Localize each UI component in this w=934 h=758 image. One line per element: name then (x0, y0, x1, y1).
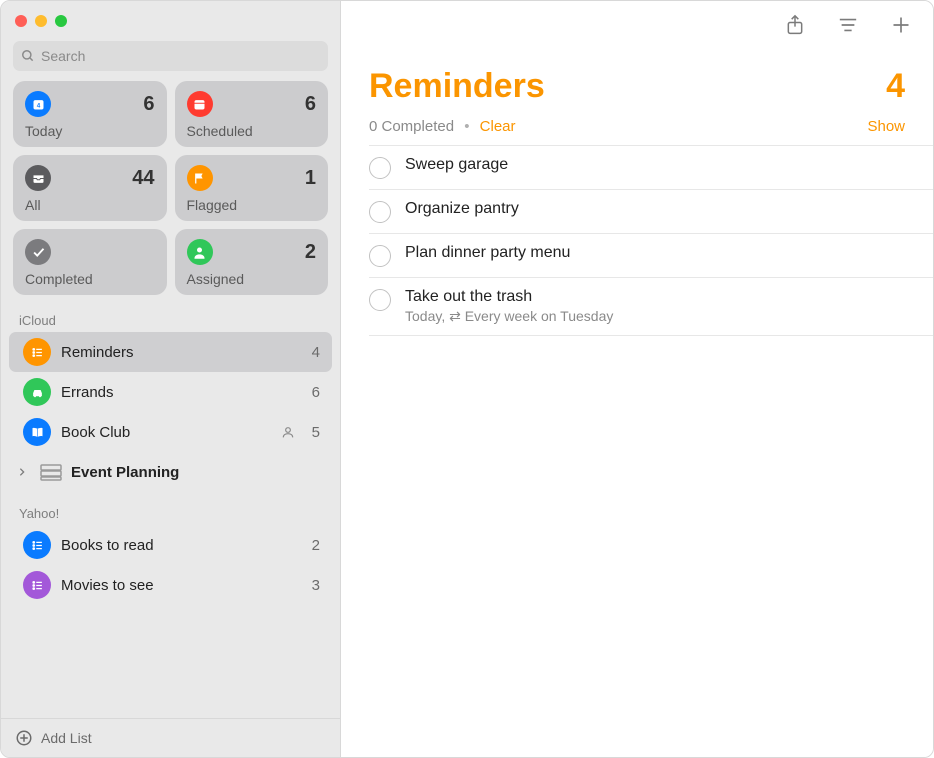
reminder-title: Sweep garage (405, 156, 905, 174)
list-count: 4 (886, 67, 905, 106)
reminder-item[interactable]: Sweep garage (369, 145, 933, 190)
minimize-window-button[interactable] (35, 15, 47, 27)
smart-list-completed[interactable]: Completed (13, 229, 167, 295)
smart-list-count: 1 (305, 167, 316, 190)
smart-list-count: 44 (132, 167, 154, 190)
svg-text:4: 4 (36, 102, 40, 109)
calendar-day-icon: 4 (25, 91, 51, 117)
chevron-right-icon[interactable] (13, 467, 31, 477)
list-count: 5 (312, 424, 320, 441)
main-pane: Reminders 4 0 Completed • Clear Show Swe… (341, 1, 933, 757)
flag-icon (187, 165, 213, 191)
completed-summary: 0 Completed • Clear (369, 118, 516, 135)
book-icon (23, 418, 51, 446)
toolbar (341, 1, 933, 49)
list-count: 6 (312, 384, 320, 401)
reminder-title: Plan dinner party menu (405, 244, 905, 262)
smart-list-scheduled[interactable]: 6 Scheduled (175, 81, 329, 147)
smart-list-label: Completed (25, 271, 155, 287)
reminder-title: Organize pantry (405, 200, 905, 218)
list-reminders[interactable]: Reminders 4 (9, 332, 332, 372)
add-list-button[interactable]: Add List (1, 718, 340, 757)
reminder-item[interactable]: Take out the trash Today, ⇄ Every week o… (369, 278, 933, 336)
search-input[interactable] (41, 48, 320, 64)
calendar-icon (187, 91, 213, 117)
reminder-title: Take out the trash (405, 288, 905, 306)
list-icon (23, 571, 51, 599)
share-button[interactable] (781, 10, 809, 40)
list-icon (23, 338, 51, 366)
smart-list-flagged[interactable]: 1 Flagged (175, 155, 329, 221)
sidebar: 4 6 Today 6 Scheduled 44 All 1 Flagged C… (1, 1, 341, 757)
smart-list-count: 6 (143, 93, 154, 116)
smart-list-assigned[interactable]: 2 Assigned (175, 229, 329, 295)
list-label: Errands (61, 384, 302, 401)
list-errands[interactable]: Errands 6 (9, 372, 332, 412)
list-bookclub[interactable]: Book Club 5 (9, 412, 332, 452)
shared-icon (280, 424, 296, 440)
list-count: 2 (312, 537, 320, 554)
smart-list-label: Flagged (187, 197, 317, 213)
list-label: Movies to see (61, 577, 302, 594)
list-label: Reminders (61, 344, 302, 361)
section-header: iCloud (1, 299, 340, 332)
list-count: 3 (312, 577, 320, 594)
add-reminder-button[interactable] (887, 11, 915, 39)
smart-list-label: Scheduled (187, 123, 317, 139)
smart-list-today[interactable]: 4 6 Today (13, 81, 167, 147)
search-field[interactable] (13, 41, 328, 71)
folder-icon (37, 461, 65, 483)
clear-completed-button[interactable]: Clear (480, 118, 516, 135)
show-completed-button[interactable]: Show (867, 118, 905, 135)
view-options-button[interactable] (833, 11, 863, 39)
list-icon (23, 531, 51, 559)
close-window-button[interactable] (15, 15, 27, 27)
reminder-item[interactable]: Organize pantry (369, 190, 933, 234)
search-icon (21, 49, 35, 63)
maximize-window-button[interactable] (55, 15, 67, 27)
smart-list-all[interactable]: 44 All (13, 155, 167, 221)
list-books[interactable]: Books to read 2 (9, 525, 332, 565)
add-list-label: Add List (41, 730, 92, 746)
reminder-item[interactable]: Plan dinner party menu (369, 234, 933, 278)
plus-circle-icon (15, 729, 33, 747)
folder-event[interactable]: Event Planning (9, 452, 332, 492)
smart-list-count: 6 (305, 93, 316, 116)
completed-count-text: 0 Completed (369, 118, 454, 135)
app-window: 4 6 Today 6 Scheduled 44 All 1 Flagged C… (0, 0, 934, 758)
plus-icon (891, 15, 911, 35)
person-icon (187, 239, 213, 265)
section-header: Yahoo! (1, 492, 340, 525)
tray-icon (25, 165, 51, 191)
smart-list-count: 2 (305, 241, 316, 264)
share-icon (785, 14, 805, 36)
complete-toggle[interactable] (369, 157, 391, 179)
list-label: Books to read (61, 537, 302, 554)
complete-toggle[interactable] (369, 201, 391, 223)
list-label: Book Club (61, 424, 270, 441)
smart-list-label: Assigned (187, 271, 317, 287)
complete-toggle[interactable] (369, 289, 391, 311)
reminder-subtitle: Today, ⇄ Every week on Tuesday (405, 308, 905, 325)
list-movies[interactable]: Movies to see 3 (9, 565, 332, 605)
smart-list-label: Today (25, 123, 155, 139)
check-icon (25, 239, 51, 265)
complete-toggle[interactable] (369, 245, 391, 267)
folder-label: Event Planning (71, 464, 179, 481)
smart-list-label: All (25, 197, 155, 213)
car-icon (23, 378, 51, 406)
window-controls (1, 1, 340, 33)
list-count: 4 (312, 344, 320, 361)
list-title: Reminders (369, 67, 545, 106)
list-settings-icon (837, 15, 859, 35)
